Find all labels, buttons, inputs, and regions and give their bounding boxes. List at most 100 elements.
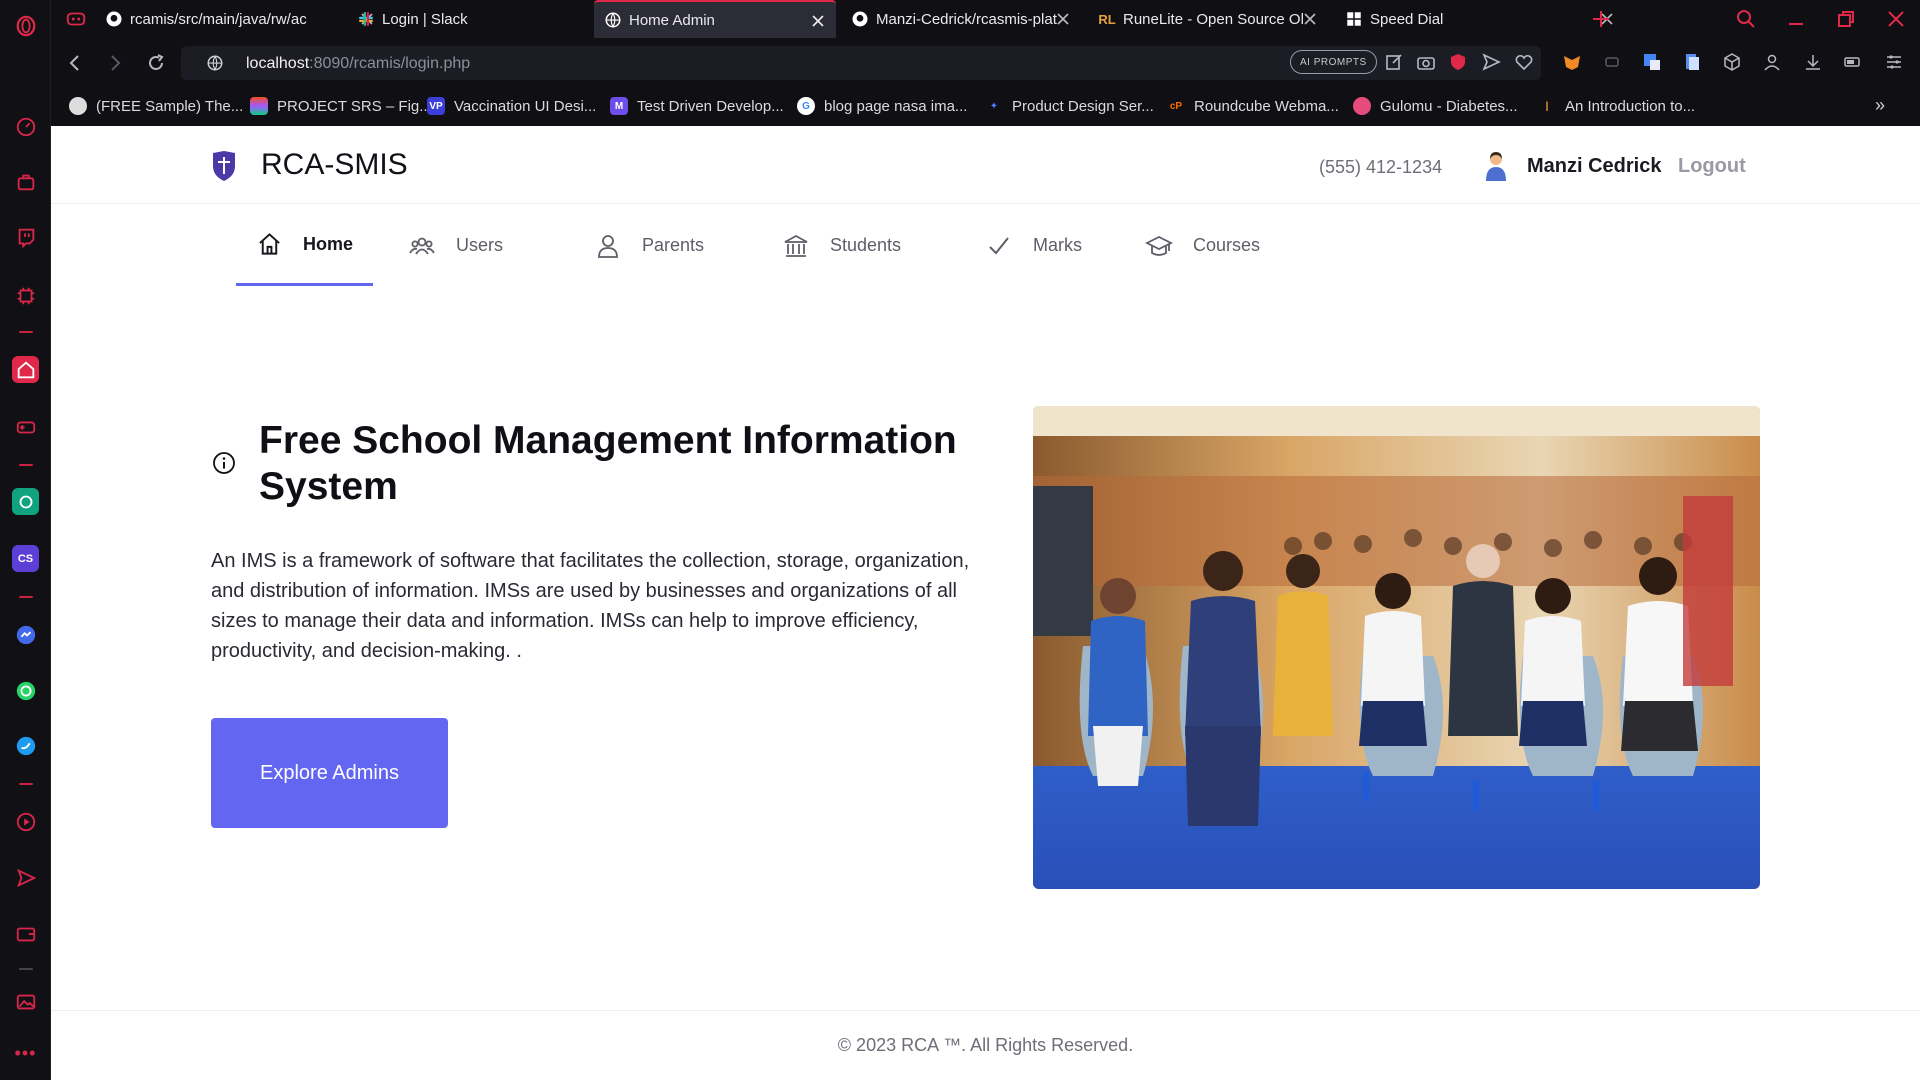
camera-icon[interactable] bbox=[1416, 52, 1436, 72]
send-icon[interactable] bbox=[12, 864, 39, 891]
user-name: Manzi Cedrick bbox=[1527, 155, 1662, 177]
github-icon bbox=[105, 10, 123, 28]
url-text: localhost:8090/rcamis/login.php bbox=[246, 55, 470, 73]
bookmark-item[interactable]: M Test Driven Develop... bbox=[610, 97, 784, 115]
send-icon[interactable] bbox=[1481, 52, 1501, 72]
nav-label: Users bbox=[456, 235, 504, 255]
gallery-icon[interactable] bbox=[12, 988, 39, 1015]
site-title[interactable]: RCA-SMIS bbox=[261, 148, 408, 182]
whatsapp-icon[interactable] bbox=[12, 677, 39, 704]
document-icon[interactable] bbox=[1682, 52, 1702, 72]
nav-home[interactable]: Home bbox=[236, 205, 373, 286]
bookmark-item[interactable]: Gblog page nasa ima... bbox=[797, 97, 967, 115]
close-icon[interactable] bbox=[1302, 11, 1318, 27]
cpanel-icon: cP bbox=[1169, 100, 1183, 112]
close-icon[interactable] bbox=[1055, 11, 1071, 27]
tab-runelite[interactable]: RL RuneLite - Open Source Ol bbox=[1088, 0, 1328, 38]
bookmark-item[interactable]: PROJECT SRS – Fig... bbox=[250, 97, 432, 115]
explore-admins-button[interactable]: Explore Admins bbox=[211, 718, 448, 828]
new-tab-icon[interactable] bbox=[1590, 8, 1612, 30]
nav-marks[interactable]: Marks bbox=[965, 205, 1102, 286]
extensions-icon[interactable] bbox=[12, 168, 39, 195]
cs-icon[interactable]: CS bbox=[12, 545, 39, 572]
tab-github-rcasmis[interactable]: Manzi-Cedrick/rcasmis-plat bbox=[841, 0, 1081, 38]
nav-label: Parents bbox=[642, 235, 705, 255]
chip-icon[interactable] bbox=[12, 282, 39, 309]
tab-label: Login | Slack bbox=[382, 10, 468, 28]
player-icon[interactable] bbox=[12, 808, 39, 835]
edit-icon[interactable] bbox=[1384, 52, 1404, 72]
more-icon[interactable]: ••• bbox=[12, 1040, 39, 1067]
gamepad-icon[interactable] bbox=[12, 413, 39, 440]
close-icon[interactable] bbox=[810, 13, 826, 29]
cube-icon[interactable] bbox=[1722, 52, 1742, 72]
nav-students[interactable]: Students bbox=[762, 205, 921, 286]
site-info-icon[interactable] bbox=[206, 54, 224, 72]
check-icon bbox=[989, 236, 1009, 254]
speedometer-icon[interactable] bbox=[12, 113, 39, 140]
shield-icon[interactable] bbox=[1448, 52, 1468, 72]
bookmark-label: Vaccination UI Desi... bbox=[454, 97, 597, 115]
bookmark-item[interactable]: (FREE Sample) The... bbox=[69, 97, 243, 115]
tab-speed-dial[interactable]: Speed Dial bbox=[1335, 0, 1625, 38]
bookmark-label: Gulomu - Diabetes... bbox=[1380, 97, 1518, 115]
copyright-text: © 2023 RCA ™. All Rights Reserved. bbox=[837, 1035, 1134, 1055]
easy-setup-icon[interactable] bbox=[1884, 52, 1904, 72]
runelite-icon: RL bbox=[1098, 11, 1116, 27]
bookmark-item[interactable]: Gulomu - Diabetes... bbox=[1353, 97, 1518, 115]
google-icon: G bbox=[797, 97, 815, 115]
globe-icon bbox=[604, 11, 622, 29]
close-window-icon[interactable] bbox=[1885, 8, 1907, 30]
user-icon bbox=[598, 234, 618, 258]
github-icon bbox=[851, 10, 869, 28]
bookmark-item[interactable]: VP Vaccination UI Desi... bbox=[427, 97, 596, 115]
site-header: RCA-SMIS (555) 412-1234 Manzi Cedrick Lo… bbox=[51, 126, 1920, 204]
tab-label: RuneLite - Open Source Ol bbox=[1123, 10, 1303, 28]
more-bookmarks-icon[interactable]: » bbox=[1875, 95, 1885, 116]
extension-icon[interactable] bbox=[1602, 52, 1622, 72]
translate-icon[interactable] bbox=[1642, 52, 1662, 72]
wallet-icon[interactable] bbox=[12, 920, 39, 947]
minimize-icon[interactable] bbox=[1785, 8, 1807, 30]
bookmark-favicon-icon bbox=[1353, 97, 1371, 115]
search-tabs-icon[interactable] bbox=[1735, 8, 1757, 30]
home-icon[interactable] bbox=[12, 356, 39, 383]
nav-courses[interactable]: Courses bbox=[1125, 205, 1280, 286]
twitter-icon[interactable] bbox=[12, 732, 39, 759]
bookmark-item[interactable]: cP Roundcube Webma... bbox=[1167, 97, 1339, 115]
nav-parents[interactable]: Parents bbox=[574, 205, 724, 286]
tab-label: Speed Dial bbox=[1370, 10, 1444, 28]
bookmark-item[interactable]: | An Introduction to... bbox=[1538, 97, 1695, 115]
download-icon[interactable] bbox=[1803, 52, 1823, 72]
browser-sidebar: CS ••• bbox=[0, 0, 51, 1080]
forward-icon[interactable] bbox=[105, 53, 125, 73]
metamask-icon[interactable] bbox=[1562, 52, 1582, 72]
graduation-cap-icon bbox=[1145, 235, 1173, 256]
reload-icon[interactable] bbox=[146, 53, 166, 73]
restore-icon[interactable] bbox=[1835, 8, 1857, 30]
tab-menu-icon[interactable] bbox=[65, 8, 87, 30]
account-icon[interactable] bbox=[1762, 52, 1782, 72]
opera-logo-icon[interactable] bbox=[12, 12, 39, 39]
slack-icon bbox=[357, 10, 375, 28]
bookmark-item[interactable]: ✦ Product Design Ser... bbox=[985, 97, 1154, 115]
logout-link[interactable]: Logout bbox=[1678, 155, 1746, 178]
nav-users[interactable]: Users bbox=[388, 205, 523, 286]
tab-label: Manzi-Cedrick/rcasmis-plat bbox=[876, 10, 1057, 28]
school-logo-icon[interactable] bbox=[211, 150, 237, 182]
tab-home-admin[interactable]: Home Admin bbox=[594, 0, 836, 38]
chatgpt-icon[interactable] bbox=[12, 488, 39, 515]
back-icon[interactable] bbox=[65, 53, 85, 73]
ai-prompts-button[interactable]: AI PROMPTS bbox=[1290, 50, 1377, 74]
bookmark-favicon-icon: M bbox=[610, 97, 628, 115]
bookmark-favicon-icon: ✦ bbox=[989, 100, 999, 112]
address-bar-row: localhost:8090/rcamis/login.php bbox=[51, 44, 1920, 82]
twitch-icon[interactable] bbox=[12, 223, 39, 250]
tab-github-rcamis[interactable]: rcamis/src/main/java/rw/ac bbox=[95, 0, 385, 38]
heart-icon[interactable] bbox=[1514, 52, 1534, 72]
bookmark-label: PROJECT SRS – Fig... bbox=[277, 97, 432, 115]
battery-icon[interactable] bbox=[1843, 52, 1863, 72]
messenger-icon[interactable] bbox=[12, 621, 39, 648]
figma-icon bbox=[250, 97, 268, 115]
bookmark-label: Product Design Ser... bbox=[1012, 97, 1154, 115]
